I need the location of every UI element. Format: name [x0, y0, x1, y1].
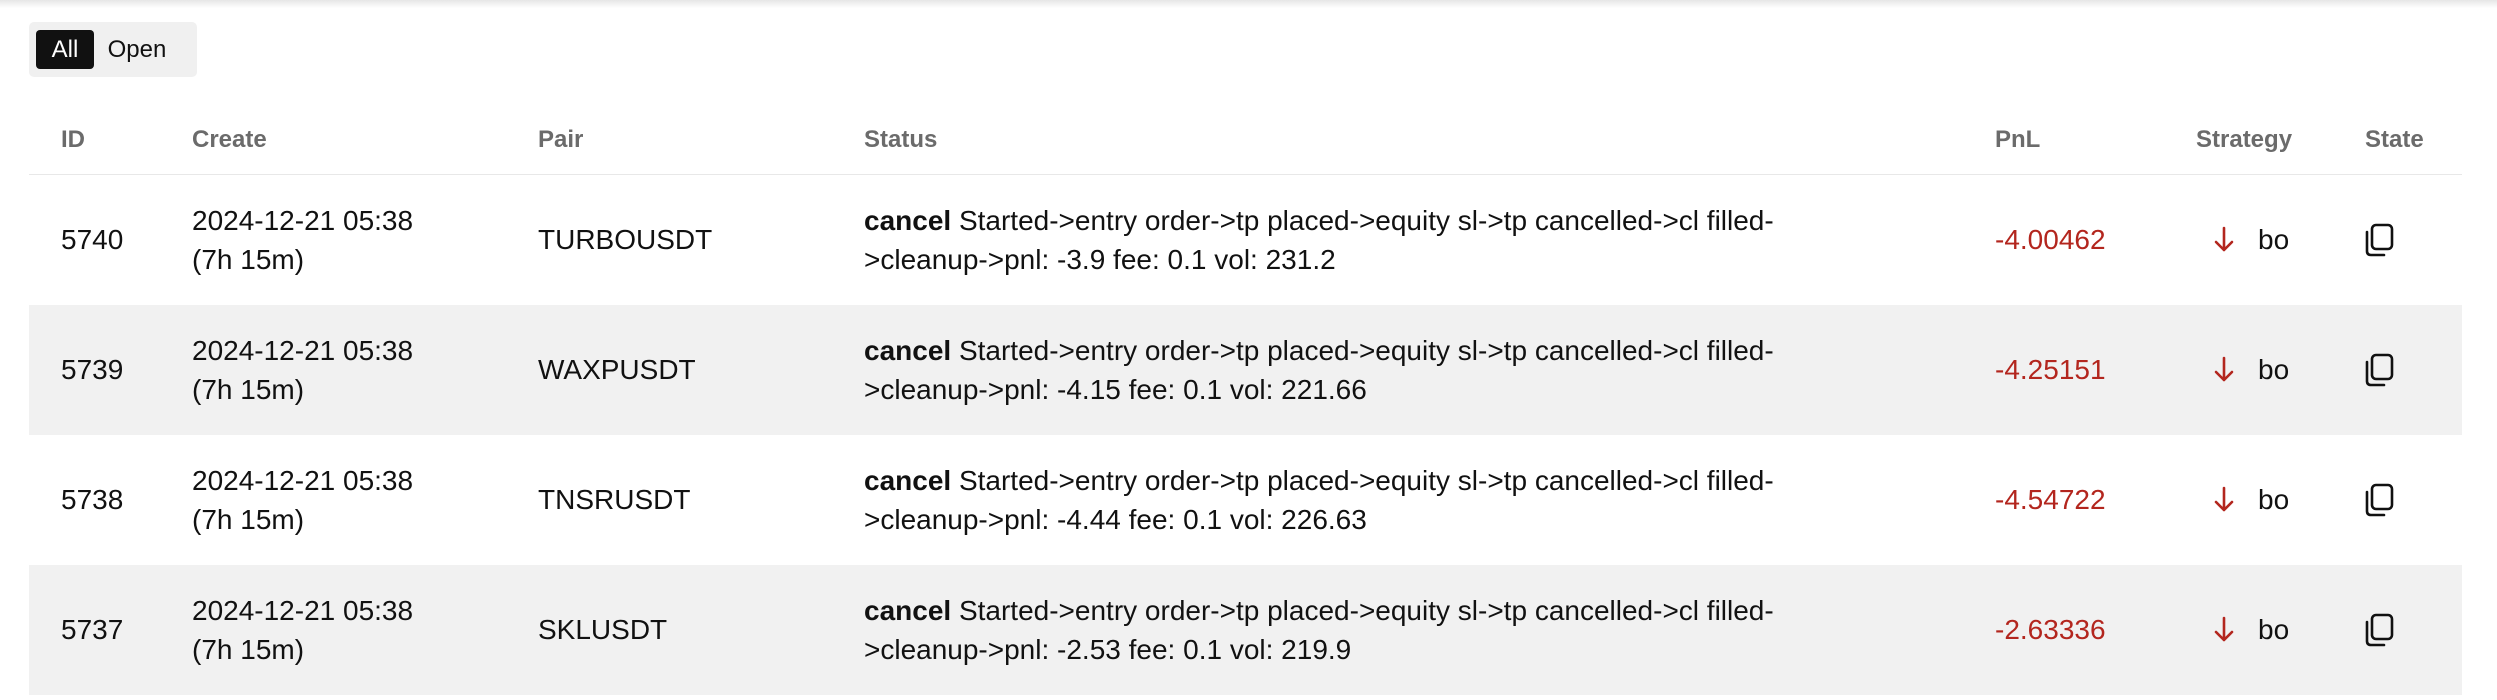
create-date: 2024-12-21 05:38 — [192, 205, 414, 236]
create-date: 2024-12-21 05:38 — [192, 335, 414, 366]
strategy-label: bo — [2258, 484, 2290, 515]
header-pnl[interactable]: PnL — [1995, 105, 2040, 175]
copy-icon[interactable] — [2362, 352, 2396, 388]
status-text: cancel Started->entry order->tp placed->… — [864, 305, 1914, 435]
pnl-value: -4.25151 — [1995, 354, 2106, 385]
state-cell — [2362, 565, 2396, 695]
status-line-1: Started->entry order->tp placed->equity … — [958, 205, 1774, 236]
create-age: (7h 15m) — [192, 244, 305, 275]
pair-symbol: TURBOUSDT — [538, 224, 713, 255]
strategy-cell: bo — [2212, 565, 2289, 695]
header-id[interactable]: ID — [61, 105, 85, 175]
create-age: (7h 15m) — [192, 634, 305, 665]
state-cell — [2362, 435, 2396, 565]
filter-all-button[interactable]: All — [36, 30, 94, 69]
status-keyword: cancel — [864, 335, 952, 366]
pair-symbol: SKLUSDT — [538, 614, 668, 645]
status-keyword: cancel — [864, 205, 952, 236]
status-line-2: >cleanup->pnl: -2.53 fee: 0.1 vol: 219.9 — [864, 634, 1352, 665]
create-age: (7h 15m) — [192, 504, 305, 535]
status-text: cancel Started->entry order->tp placed->… — [864, 175, 1914, 305]
header-strategy[interactable]: Strategy — [2196, 105, 2292, 175]
trade-id: 5737 — [61, 614, 124, 645]
copy-icon[interactable] — [2362, 612, 2396, 648]
copy-icon[interactable] — [2362, 222, 2396, 258]
status-text: cancel Started->entry order->tp placed->… — [864, 435, 1914, 565]
header-create[interactable]: Create — [192, 105, 267, 175]
create-time: 2024-12-21 05:38 (7h 15m) — [192, 305, 413, 435]
header-status[interactable]: Status — [864, 105, 937, 175]
table-body: 5740 2024-12-21 05:38 (7h 15m) TURBOUSDT… — [29, 175, 2462, 695]
top-shadow — [0, 0, 2497, 8]
strategy-cell: bo — [2212, 435, 2289, 565]
status-line-2: >cleanup->pnl: -3.9 fee: 0.1 vol: 231.2 — [864, 244, 1336, 275]
trade-id: 5739 — [61, 354, 124, 385]
header-pair[interactable]: Pair — [538, 105, 583, 175]
status-keyword: cancel — [864, 465, 952, 496]
strategy-cell: bo — [2212, 305, 2289, 435]
status-line-2: >cleanup->pnl: -4.44 fee: 0.1 vol: 226.6… — [864, 504, 1367, 535]
state-cell — [2362, 175, 2396, 305]
filter-open-button[interactable]: Open — [94, 30, 180, 69]
strategy-label: bo — [2258, 614, 2290, 645]
strategy-label: bo — [2258, 354, 2290, 385]
pair-symbol: WAXPUSDT — [538, 354, 696, 385]
status-line-1: Started->entry order->tp placed->equity … — [958, 595, 1774, 626]
arrow-down-icon — [2214, 226, 2234, 252]
state-cell — [2362, 305, 2396, 435]
arrow-down-icon — [2214, 616, 2234, 642]
table-row[interactable]: 5738 2024-12-21 05:38 (7h 15m) TNSRUSDT … — [29, 435, 2462, 565]
trade-id: 5740 — [61, 224, 124, 255]
trades-table: ID Create Pair Status PnL Strategy State… — [29, 105, 2462, 695]
status-line-2: >cleanup->pnl: -4.15 fee: 0.1 vol: 221.6… — [864, 374, 1367, 405]
pnl-value: -4.00462 — [1995, 224, 2106, 255]
table-row[interactable]: 5739 2024-12-21 05:38 (7h 15m) WAXPUSDT … — [29, 305, 2462, 435]
arrow-down-icon — [2214, 486, 2234, 512]
create-date: 2024-12-21 05:38 — [192, 465, 414, 496]
table-row[interactable]: 5737 2024-12-21 05:38 (7h 15m) SKLUSDT c… — [29, 565, 2462, 695]
status-keyword: cancel — [864, 595, 952, 626]
create-time: 2024-12-21 05:38 (7h 15m) — [192, 565, 413, 695]
status-text: cancel Started->entry order->tp placed->… — [864, 565, 1914, 695]
pnl-value: -4.54722 — [1995, 484, 2106, 515]
strategy-label: bo — [2258, 224, 2290, 255]
pair-symbol: TNSRUSDT — [538, 484, 691, 515]
status-line-1: Started->entry order->tp placed->equity … — [958, 465, 1774, 496]
create-time: 2024-12-21 05:38 (7h 15m) — [192, 435, 413, 565]
arrow-down-icon — [2214, 356, 2234, 382]
trade-id: 5738 — [61, 484, 124, 515]
strategy-cell: bo — [2212, 175, 2289, 305]
filter-toggle-group: All Open — [29, 22, 197, 77]
table-row[interactable]: 5740 2024-12-21 05:38 (7h 15m) TURBOUSDT… — [29, 175, 2462, 305]
table-header: ID Create Pair Status PnL Strategy State — [29, 105, 2462, 175]
pnl-value: -2.63336 — [1995, 614, 2106, 645]
create-age: (7h 15m) — [192, 374, 305, 405]
status-line-1: Started->entry order->tp placed->equity … — [958, 335, 1774, 366]
copy-icon[interactable] — [2362, 482, 2396, 518]
header-state[interactable]: State — [2365, 105, 2424, 175]
create-date: 2024-12-21 05:38 — [192, 595, 414, 626]
create-time: 2024-12-21 05:38 (7h 15m) — [192, 175, 413, 305]
